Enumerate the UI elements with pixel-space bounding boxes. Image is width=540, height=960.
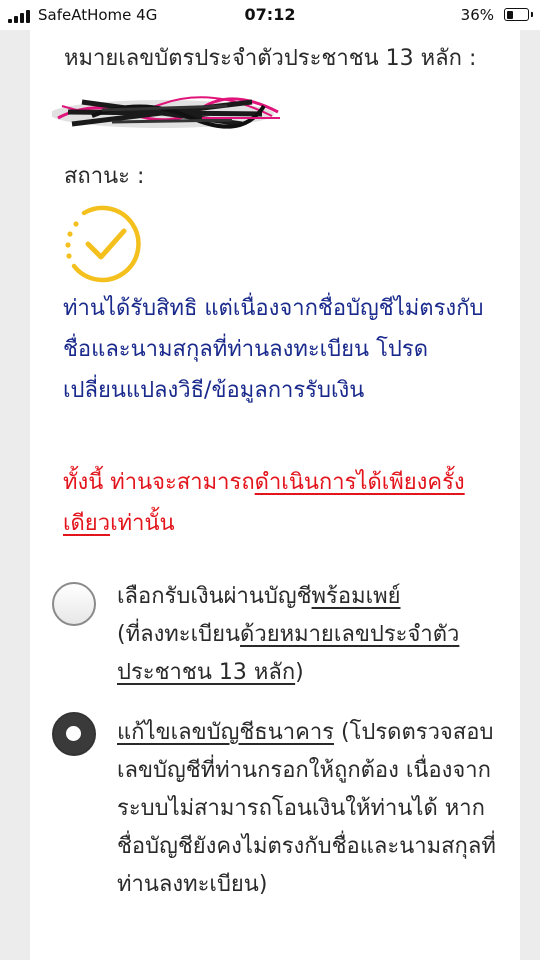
warning-suffix: เท่านั้น [110, 511, 175, 536]
battery-icon [504, 8, 533, 21]
one-time-warning: ทั้งนี้ ท่านจะสามารถดำเนินการได้เพียงครั… [63, 462, 503, 544]
status-bar: SafeAtHome 4G 07:12 36% [0, 0, 540, 30]
edit-bank-option-text[interactable]: แก้ไขเลขบัญชีธนาคาร (โปรดตรวจสอบเลขบัญชี… [117, 714, 497, 904]
edit-bank-text: (โปรดตรวจสอบเลขบัญชีที่ท่านกรอกให้ถูกต้อ… [117, 720, 496, 897]
battery-percent: 36% [460, 6, 494, 24]
promptpay-link[interactable]: พร้อมเพย์ [312, 584, 401, 609]
status-label: สถานะ : [64, 164, 145, 189]
promptpay-radio[interactable] [52, 582, 96, 626]
edit-bank-link[interactable]: แก้ไขเลขบัญชีธนาคาร [117, 720, 334, 745]
content-card: หมายเลขบัตรประจำตัวประชาชน 13 หลัก : สถา… [30, 30, 520, 960]
edit-bank-radio[interactable] [52, 712, 96, 756]
promptpay-option-text[interactable]: เลือกรับเงินผ่านบัญชีพร้อมเพย์ (ที่ลงทะเ… [117, 578, 497, 692]
promptpay-text-3: ) [295, 660, 304, 685]
promptpay-text-1: เลือกรับเงินผ่านบัญชี [117, 584, 312, 609]
id-number-label: หมายเลขบัตรประจำตัวประชาชน 13 หลัก : [64, 46, 477, 71]
redacted-id-scribble [52, 96, 280, 129]
clock: 07:12 [244, 5, 296, 24]
check-circle-icon [65, 205, 141, 283]
warning-prefix: ทั้งนี้ ท่านจะสามารถ [63, 470, 255, 495]
rights-message: ท่านได้รับสิทธิ แต่เนื่องจากชื่อบัญชีไม่… [63, 296, 484, 403]
promptpay-text-2: (ที่ลงทะเบียน [117, 622, 241, 647]
